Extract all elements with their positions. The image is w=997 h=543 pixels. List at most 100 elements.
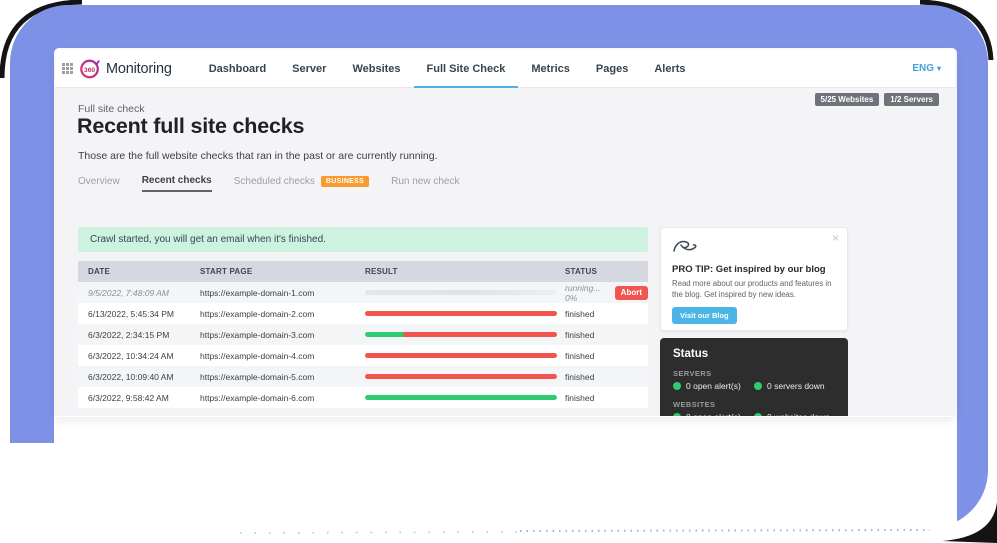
logo-360-icon: 360 [79, 58, 101, 80]
table-row[interactable]: 6/3/2022, 2:34:15 PM https://example-dom… [78, 324, 648, 345]
status-item-text: 0 open alert(s) [686, 381, 741, 391]
status-item: 0 websites down [754, 412, 835, 416]
green-status-dot-icon [754, 382, 762, 390]
nav-item-full-site-check[interactable]: Full Site Check [414, 50, 519, 88]
result-bar [365, 332, 557, 337]
page-description: Those are the full website checks that r… [78, 150, 438, 162]
pro-tip-title: PRO TIP: Get inspired by our blog [672, 264, 836, 275]
result-bar [365, 353, 557, 358]
status-item: 0 servers down [754, 381, 835, 391]
app-window: 360 Monitoring Dashboard Server Websites… [55, 50, 955, 417]
checks-table: DATE START PAGE RESULT STATUS 9/5/2022, … [78, 261, 648, 408]
svg-text:360: 360 [84, 66, 95, 73]
status-text: finished [565, 351, 594, 361]
cell-date: 6/13/2022, 5:45:34 PM [78, 309, 200, 319]
nav-item-pages[interactable]: Pages [583, 50, 641, 88]
status-text: finished [565, 372, 594, 382]
table-row[interactable]: 6/3/2022, 9:58:42 AM https://example-dom… [78, 387, 648, 408]
result-bar [365, 374, 557, 379]
status-item-text: 0 open alert(s) [686, 412, 741, 416]
col-header-start-page: START PAGE [200, 267, 365, 276]
cell-result [365, 395, 565, 400]
marketing-screenshot: 360 Monitoring Dashboard Server Websites… [0, 0, 997, 543]
servers-usage-badge[interactable]: 1/2 Servers [884, 93, 939, 106]
top-navbar: 360 Monitoring Dashboard Server Websites… [55, 50, 955, 88]
status-card: Status SERVERS 0 open alert(s) 0 servers… [660, 338, 848, 416]
result-bar [365, 395, 557, 400]
pro-tip-body: Read more about our products and feature… [672, 278, 836, 301]
close-icon[interactable]: × [832, 232, 839, 244]
result-bar [365, 311, 557, 316]
status-item-text: 0 websites down [767, 412, 830, 416]
cell-start-page: https://example-domain-5.com [200, 372, 365, 382]
nav-item-websites[interactable]: Websites [339, 50, 413, 88]
cell-status: finished [565, 372, 648, 382]
cell-date: 9/5/2022, 7:48:09 AM [78, 288, 200, 298]
tab-overview[interactable]: Overview [78, 176, 120, 191]
cell-result [365, 332, 565, 337]
status-section-servers: SERVERS [673, 369, 835, 378]
nav-item-dashboard[interactable]: Dashboard [196, 50, 279, 88]
cell-date: 6/3/2022, 9:58:42 AM [78, 393, 200, 403]
usage-badges: 5/25 Websites 1/2 Servers [815, 93, 939, 106]
status-text: finished [565, 309, 594, 319]
sketch-hands-icon [672, 237, 698, 255]
nav-item-server[interactable]: Server [279, 50, 339, 88]
websites-usage-badge[interactable]: 5/25 Websites [815, 93, 880, 106]
table-row[interactable]: 6/13/2022, 5:45:34 PM https://example-do… [78, 303, 648, 324]
status-text: running... 0% [565, 283, 610, 303]
status-item-text: 0 servers down [767, 381, 825, 391]
success-banner: Crawl started, you will get an email whe… [78, 227, 648, 252]
cell-date: 6/3/2022, 2:34:15 PM [78, 330, 200, 340]
cell-start-page: https://example-domain-3.com [200, 330, 365, 340]
nav-item-metrics[interactable]: Metrics [518, 50, 583, 88]
cell-status: finished [565, 393, 648, 403]
col-header-date: DATE [78, 267, 200, 276]
tab-scheduled-checks[interactable]: Scheduled checks BUSINESS [234, 176, 369, 191]
language-selector[interactable]: ENG ▾ [912, 63, 941, 74]
status-text: finished [565, 393, 594, 403]
status-item: 0 open alert(s) [673, 381, 754, 391]
cell-result [365, 374, 565, 379]
pro-tip-card: × PRO TIP: Get inspired by our blog Read… [660, 227, 848, 331]
cell-date: 6/3/2022, 10:34:24 AM [78, 351, 200, 361]
tab-run-new-check[interactable]: Run new check [391, 176, 459, 191]
status-card-title: Status [673, 348, 835, 360]
cell-start-page: https://example-domain-6.com [200, 393, 365, 403]
table-row[interactable]: 9/5/2022, 7:48:09 AM https://example-dom… [78, 282, 648, 303]
cell-result [365, 311, 565, 316]
cell-start-page: https://example-domain-4.com [200, 351, 365, 361]
cell-status: running... 0% Abort [565, 283, 648, 303]
visit-blog-button[interactable]: Visit our Blog [672, 307, 737, 324]
status-row: 0 open alert(s) 0 servers down [673, 381, 835, 391]
col-header-status: STATUS [565, 267, 648, 276]
page-title: Recent full site checks [77, 114, 304, 139]
green-status-dot-icon [754, 413, 762, 416]
table-row[interactable]: 6/3/2022, 10:09:40 AM https://example-do… [78, 366, 648, 387]
table-row[interactable]: 6/3/2022, 10:34:24 AM https://example-do… [78, 345, 648, 366]
tab-bar: Overview Recent checks Scheduled checks … [78, 175, 459, 192]
tab-recent-checks[interactable]: Recent checks [142, 175, 212, 192]
status-section-websites: WEBSITES [673, 400, 835, 409]
status-row: 0 open alert(s) 0 websites down [673, 412, 835, 416]
cell-start-page: https://example-domain-2.com [200, 309, 365, 319]
brand-name: Monitoring [106, 61, 172, 77]
cell-status: finished [565, 351, 648, 361]
status-text: finished [565, 330, 594, 340]
business-badge: BUSINESS [321, 176, 369, 187]
cell-start-page: https://example-domain-1.com [200, 288, 365, 298]
green-status-dot-icon [673, 382, 681, 390]
nav-item-alerts[interactable]: Alerts [641, 50, 698, 88]
cell-status: finished [565, 330, 648, 340]
cell-result [365, 353, 565, 358]
chevron-down-icon: ▾ [937, 64, 941, 73]
app-launcher-icon[interactable] [62, 63, 73, 74]
abort-button[interactable]: Abort [615, 286, 648, 300]
status-item: 0 open alert(s) [673, 412, 754, 416]
green-status-dot-icon [673, 413, 681, 416]
brand-logo[interactable]: 360 Monitoring [79, 58, 172, 80]
cell-date: 6/3/2022, 10:09:40 AM [78, 372, 200, 382]
language-code: ENG [912, 63, 934, 74]
page-content: 5/25 Websites 1/2 Servers Full site chec… [55, 88, 955, 416]
tab-scheduled-label: Scheduled checks [234, 176, 315, 187]
